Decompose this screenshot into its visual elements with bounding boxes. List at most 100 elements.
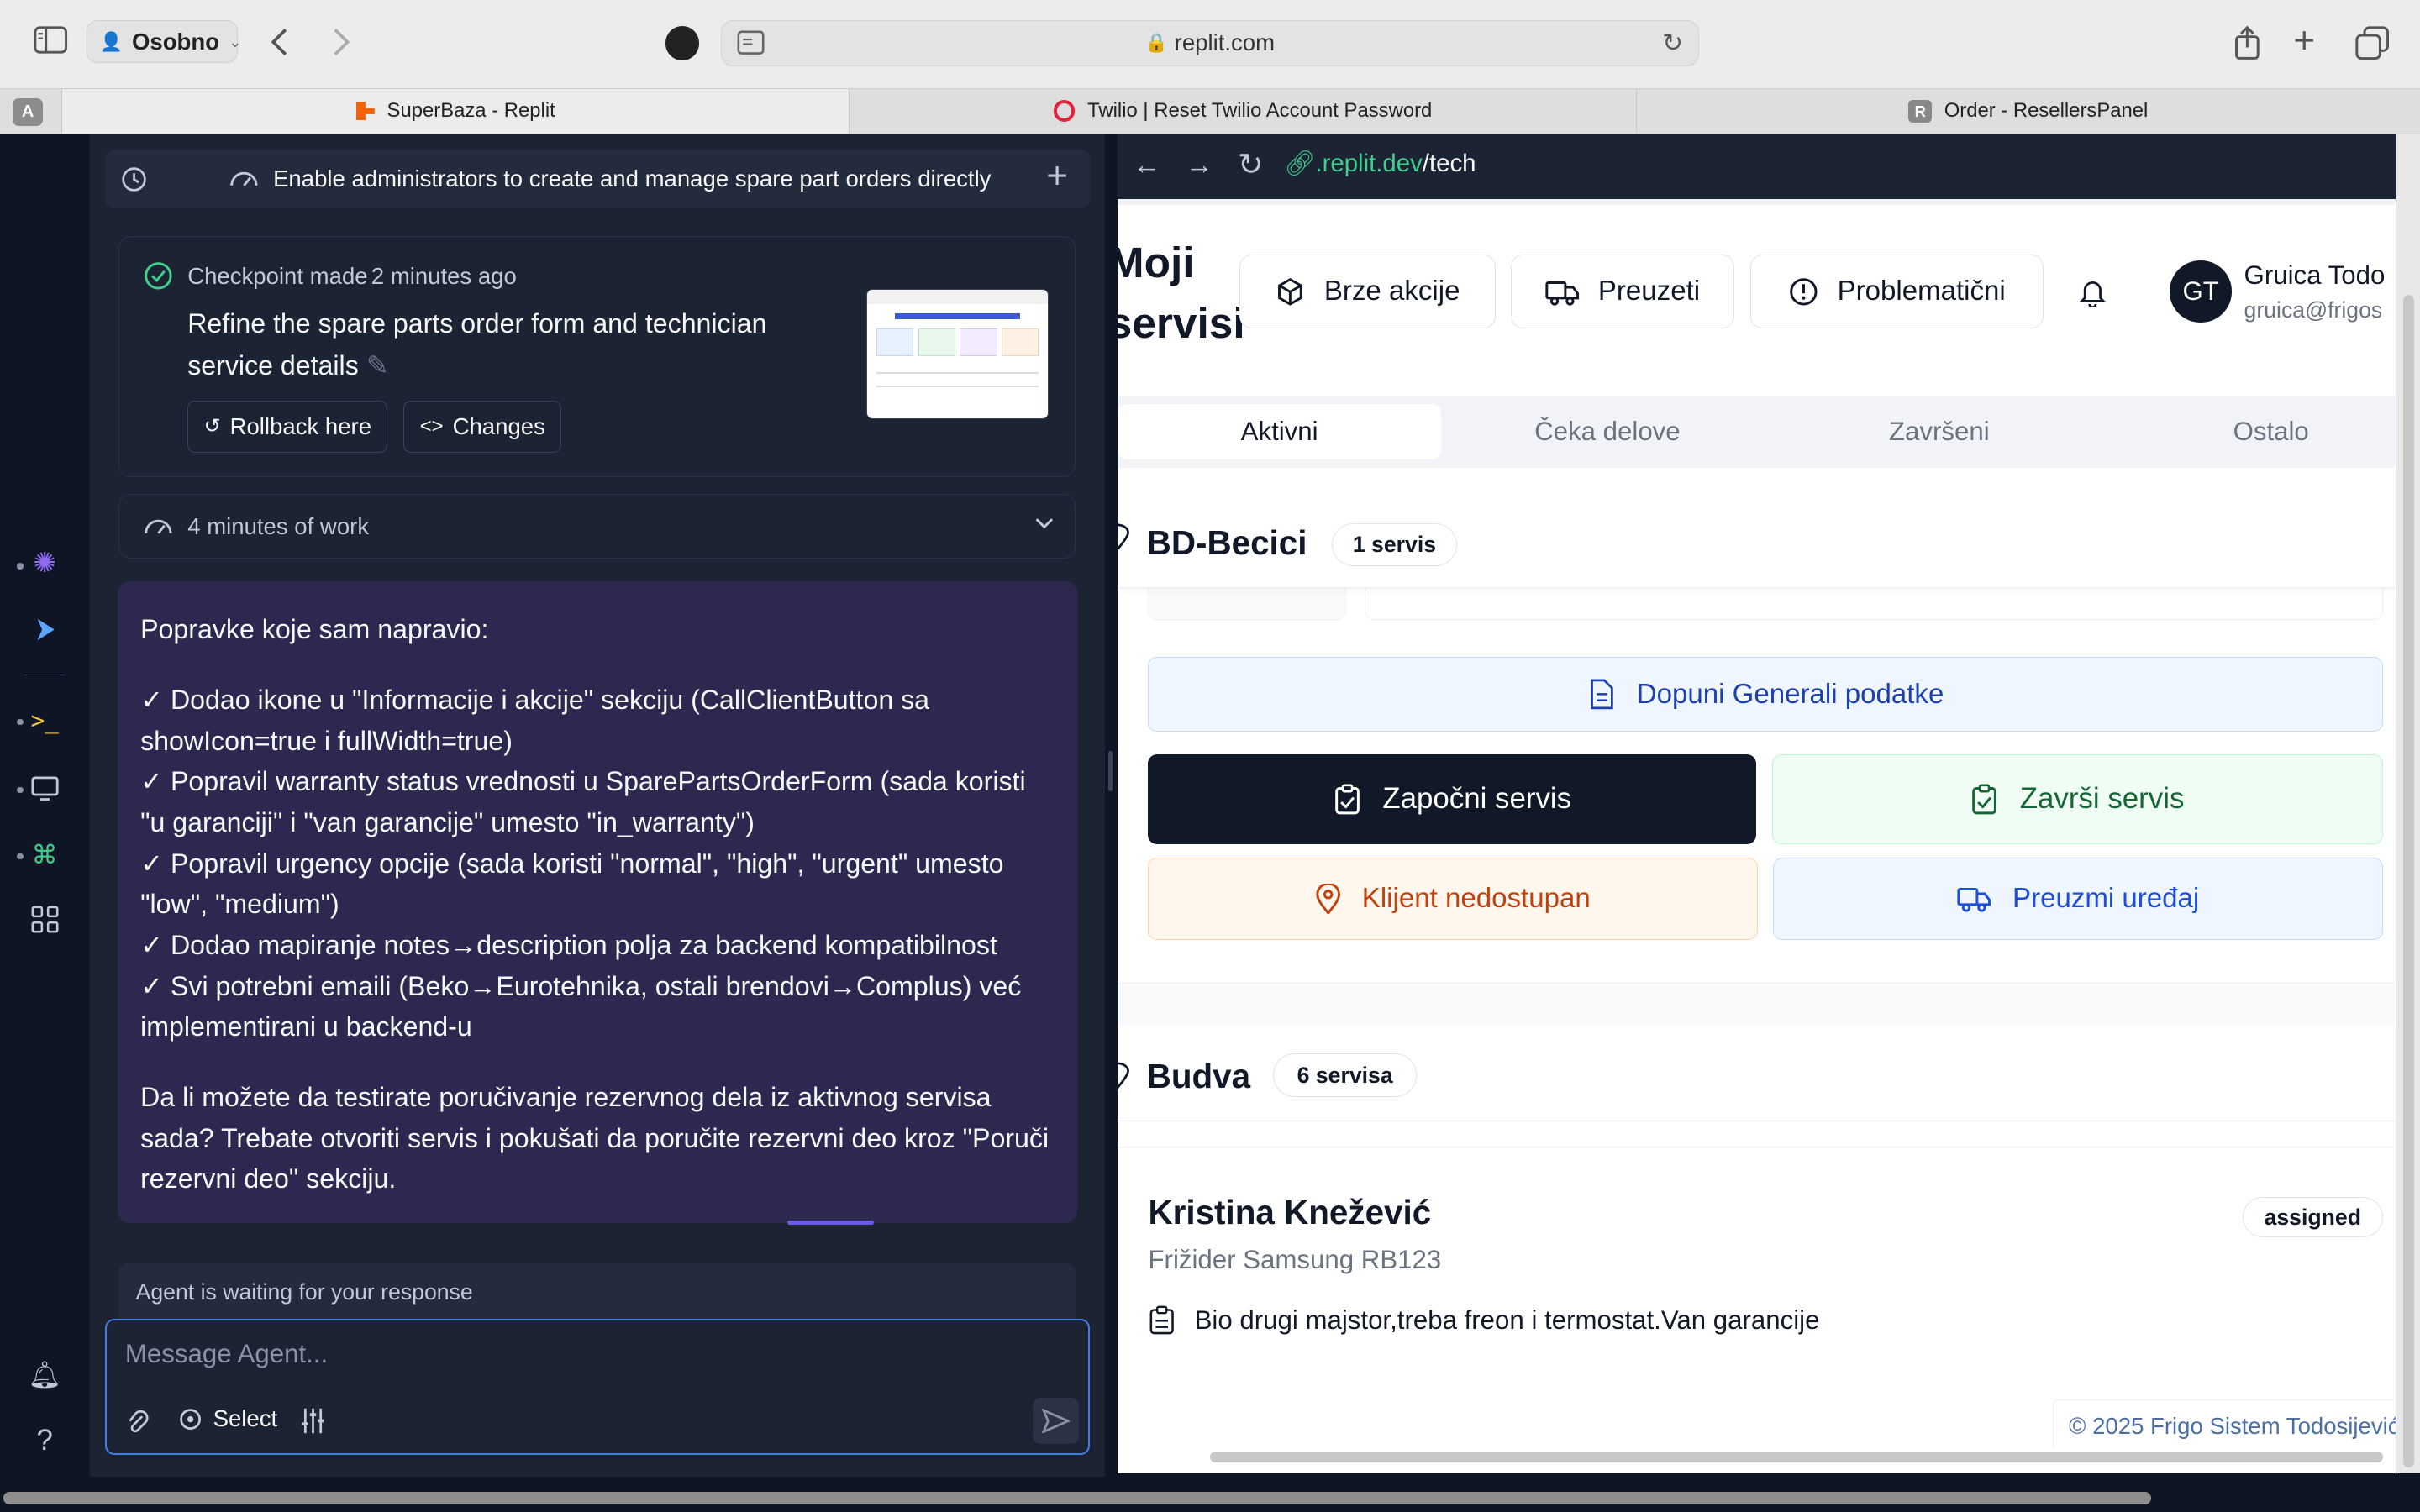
finish-service-button[interactable]: Završi servis (1771, 754, 2383, 844)
task-title: Enable administrators to create and mana… (273, 165, 992, 192)
help-icon[interactable]: ? (24, 1424, 65, 1457)
replit-favicon-icon (355, 102, 375, 121)
agent-panel: Enable administrators to create and mana… (89, 134, 1106, 1477)
reader-icon[interactable] (737, 30, 765, 60)
message-item: ✓ Popravil warranty status vrednosti u S… (140, 766, 1026, 838)
tab-group-badge[interactable]: A (12, 97, 44, 126)
client-name: Kristina Knežević (1148, 1192, 1432, 1231)
tab-label: SuperBaza - Replit (387, 99, 555, 123)
sidebar-toggle-icon[interactable] (34, 26, 68, 61)
start-service-label: Započni servis (1382, 782, 1572, 816)
message-item: ✓ Dodao mapiranje notes→description polj… (140, 930, 997, 961)
truck-icon (1957, 888, 1991, 913)
settings-sliders-icon[interactable] (299, 1407, 327, 1441)
scroll-thumb[interactable] (2402, 294, 2414, 1467)
pencil-icon[interactable]: ✎ (366, 350, 389, 381)
back-button[interactable] (266, 24, 297, 60)
select-element-button[interactable]: Select (177, 1405, 277, 1432)
target-icon (180, 1408, 202, 1430)
notifications-bell-icon[interactable]: 🔔︎ (24, 1357, 65, 1391)
new-tab-icon[interactable]: + (2293, 23, 2315, 60)
select-label: Select (213, 1405, 278, 1432)
attach-icon[interactable] (125, 1409, 150, 1443)
active-dot (17, 853, 24, 860)
clipboard-icon (1150, 1305, 1175, 1341)
checkpoint-time: 2 minutes ago (371, 263, 517, 290)
preview-back-icon[interactable]: ← (1133, 150, 1160, 181)
package-icon (1278, 277, 1302, 306)
tab-overview-icon[interactable] (2355, 26, 2389, 66)
supplement-data-label: Dopuni Generali podatke (1636, 678, 1944, 710)
pickup-device-label: Preuzmi uređaj (2012, 882, 2200, 914)
preview-url[interactable]: 🔗︎.replit.dev/tech (1284, 150, 1476, 178)
group-header-bd-becici[interactable]: BD-Becici 1 servis (1117, 486, 2396, 588)
gauge-icon (143, 513, 174, 544)
footer-copyright: © 2025 Frigo Sistem Todosijević. (2052, 1399, 2396, 1453)
github-icon[interactable] (665, 26, 700, 60)
reload-icon[interactable]: ↻ (1662, 29, 1683, 58)
tab-resellers[interactable]: R Order - ResellersPanel (1635, 88, 2420, 134)
send-button[interactable] (1032, 1398, 1079, 1445)
device-name: Frižider Samsung RB123 (1148, 1245, 1442, 1275)
message-item: ✓ Dodao ikone u "Informacije i akcije" s… (140, 685, 930, 756)
agent-task-header: Enable administrators to create and mana… (104, 150, 1090, 208)
supplement-data-button[interactable]: Dopuni Generali podatke (1148, 657, 2383, 732)
tab-active[interactable]: Aktivni (1117, 404, 1442, 460)
group-header-budva[interactable]: Budva 6 servisa (1117, 1026, 2396, 1122)
finish-service-label: Završi servis (2019, 782, 2185, 816)
bell-icon[interactable] (2077, 276, 2108, 314)
tab-other[interactable]: Ostalo (2112, 404, 2395, 459)
location-pin-icon (1316, 883, 1340, 915)
pickup-device-button[interactable]: Preuzmi uređaj (1773, 858, 2383, 940)
checkpoint-description-text: Refine the spare parts order form and te… (187, 307, 767, 381)
message-input-box[interactable]: Message Agent... Select (104, 1319, 1090, 1455)
service-card[interactable]: Kristina Knežević assigned Frižider Sams… (1118, 1152, 2396, 1384)
picked-up-button[interactable]: Preuzeti (1511, 255, 1735, 329)
group-location: Budva (1146, 1057, 1251, 1096)
page-h-scrollbar (0, 1483, 2420, 1512)
tab-completed[interactable]: Završeni (1781, 404, 2098, 459)
tab-waiting-parts[interactable]: Čeka delove (1449, 404, 1766, 459)
checkpoint-thumbnail[interactable] (866, 289, 1050, 419)
changes-button[interactable]: <> Changes (403, 400, 562, 454)
work-summary-row[interactable]: 4 minutes of work (118, 493, 1076, 559)
history-icon[interactable] (120, 165, 148, 199)
forward-button[interactable] (324, 24, 355, 60)
chevron-down-icon[interactable] (1034, 512, 1055, 540)
start-service-button[interactable]: Započni servis (1148, 754, 1757, 844)
preview-reload-icon[interactable]: ↻ (1238, 146, 1264, 182)
scroll-indicator (786, 1220, 874, 1226)
tab-twilio[interactable]: Twilio | Reset Twilio Account Password (849, 88, 1636, 134)
address-bar[interactable]: 🔒 replit.com ↻ (720, 19, 1700, 66)
tab-superbaza[interactable]: SuperBaza - Replit (61, 88, 850, 134)
message-item: ✓ Svi potrebni emaili (Beko→Eurotehnika,… (140, 970, 1022, 1042)
status-badge: assigned (2242, 1197, 2383, 1237)
panel-resize-handle[interactable] (1105, 134, 1118, 1477)
new-task-icon[interactable]: + (1046, 155, 1068, 197)
h-scroll-thumb[interactable] (1209, 1452, 2383, 1463)
share-icon[interactable] (2232, 24, 2263, 68)
page-scroll-thumb[interactable] (3, 1492, 2152, 1504)
preview-scrollbar (2396, 134, 2420, 1474)
problematic-button[interactable]: Problematični (1749, 255, 2044, 329)
group-separator (1117, 982, 2396, 1030)
user-name: Gruica Todo (2244, 260, 2386, 291)
database-icon[interactable]: ⌘ (24, 837, 65, 871)
agent-icon[interactable]: ✺ (24, 546, 65, 580)
message-input[interactable]: Message Agent... (125, 1339, 328, 1369)
user-email: gruica@frigos (2244, 297, 2383, 323)
message-item: ✓ Popravil urgency opcije (sada koristi … (140, 848, 1004, 920)
avatar[interactable]: GT (2170, 260, 2232, 323)
shell-icon[interactable]: >_ (24, 704, 65, 738)
alert-circle-icon (1790, 277, 1818, 306)
profile-selector[interactable]: 👤 Osobno ⌄ (86, 19, 241, 64)
rollback-button[interactable]: ↺ Rollback here (187, 400, 388, 454)
preview-icon[interactable] (24, 771, 65, 805)
client-unavailable-button[interactable]: Klijent nedostupan (1148, 858, 1758, 940)
url-path: /tech (1422, 150, 1476, 178)
checkpoint-card: Checkpoint made 2 minutes ago Refine the… (118, 236, 1076, 477)
apps-grid-icon[interactable] (24, 902, 65, 936)
quick-actions-button[interactable]: Brze akcije (1239, 255, 1496, 329)
preview-forward-icon[interactable]: → (1186, 150, 1213, 181)
deploy-icon[interactable] (24, 612, 65, 646)
